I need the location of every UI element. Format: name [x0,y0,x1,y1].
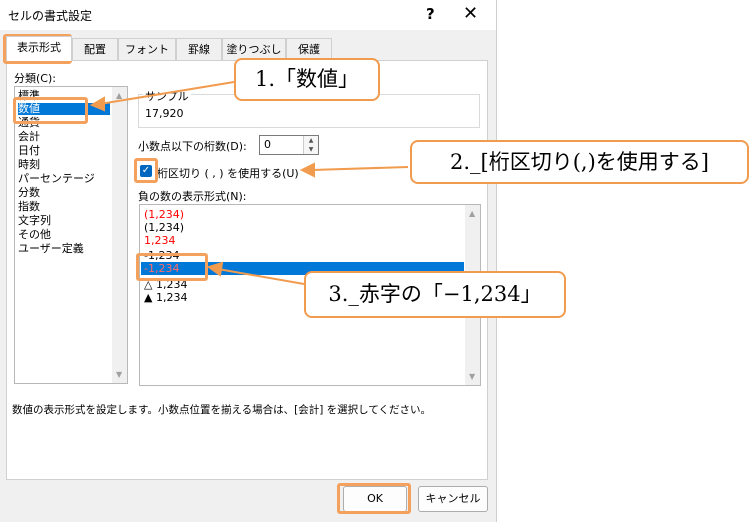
tab-number[interactable]: 表示形式 [6,36,72,61]
callout-step3: 3._赤字の「−1,234」 [304,271,566,318]
callout-step2: 2._[桁区切り(,)を使用する] [410,140,749,184]
callout-step1: 1.「数値」 [234,58,380,101]
